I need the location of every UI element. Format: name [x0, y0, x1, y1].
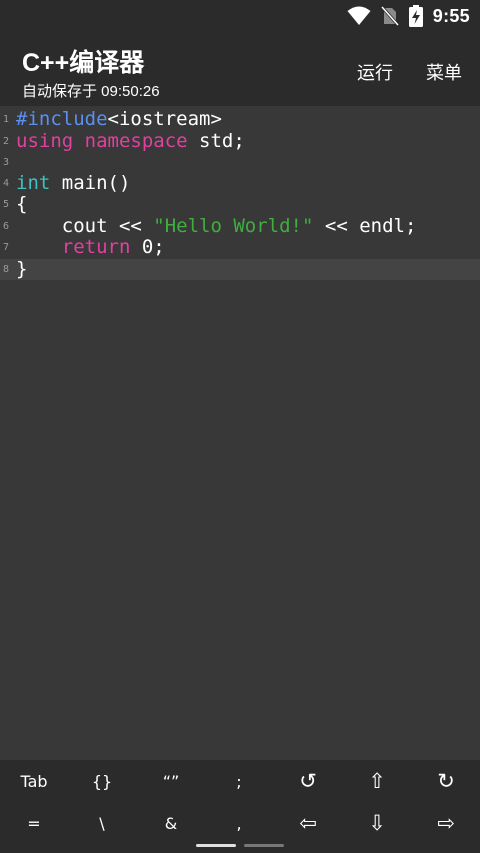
line-number: 4 [3, 178, 10, 189]
line-number: 1 [3, 114, 10, 125]
tab-key[interactable]: Tab [4, 763, 64, 799]
status-time: 9:55 [432, 5, 470, 26]
battery-charging-icon [408, 5, 423, 27]
symbol-keyboard: Tab{} “”; ↺ ⇧ ↻ = \ &, ⇦ ⇩ ⇨ [0, 760, 480, 853]
quotes-key[interactable]: “” [141, 763, 201, 799]
code-token: std; [187, 130, 245, 152]
ampersand-key[interactable]: & [141, 805, 201, 841]
line-code[interactable]: #include<iostream> [16, 109, 222, 130]
run-button[interactable]: 运行 [357, 59, 393, 85]
line-code[interactable]: return 0; [16, 237, 165, 258]
code-token: return [61, 236, 131, 258]
app-bar: C++编译器 自动保存于 09:50:26 运行 菜单 [0, 32, 480, 106]
nav-handle-inactive [244, 844, 284, 847]
app-title: C++编译器 [22, 49, 145, 77]
code-token: "Hello World!" [153, 215, 314, 237]
status-icons: 9:55 [347, 4, 470, 28]
no-sim-icon [380, 6, 399, 26]
menu-button[interactable]: 菜单 [426, 59, 462, 85]
code-editor[interactable]: 1 #include<iostream> 2 using namespace std;… [0, 106, 480, 760]
code-token: { [16, 193, 28, 215]
code-token: } [16, 258, 28, 280]
line-code[interactable]: using namespace std; [16, 131, 245, 152]
line-code[interactable]: { [16, 194, 27, 215]
comma-key[interactable]: , [209, 805, 269, 841]
status-bar: 9:55 [0, 0, 480, 32]
code-token: << endl; [313, 215, 417, 237]
line-number: 3 [3, 157, 10, 168]
arrow-left-icon[interactable]: ⇦ [278, 805, 338, 841]
code-token: using [16, 130, 74, 152]
code-line[interactable]: 7 return 0; [0, 237, 480, 258]
code-line[interactable]: 5{ [0, 194, 480, 215]
line-code[interactable]: } [16, 259, 27, 280]
line-number: 6 [3, 221, 10, 232]
code-token: <iostream> [107, 108, 222, 130]
nav-handle-active [196, 844, 236, 847]
code-line[interactable]: 1 #include<iostream> [0, 109, 480, 130]
code-line[interactable]: 4 int main() [0, 173, 480, 194]
line-code[interactable]: cout << "Hello World!" << endl; [16, 215, 417, 237]
line-number: 5 [3, 199, 10, 210]
code-line[interactable]: 2 using namespace std; [0, 131, 480, 152]
line-number: 8 [3, 264, 10, 275]
code-token: namespace [84, 130, 188, 152]
line-number: 7 [3, 242, 10, 253]
code-token: #include [16, 108, 108, 130]
redo-icon[interactable]: ↻ [416, 763, 476, 799]
backslash-key[interactable]: \ [72, 805, 132, 841]
code-token: cout << [16, 215, 154, 237]
screen: 9:55 C++编译器 自动保存于 09:50:26 运行 菜单 1 #inclu… [0, 0, 480, 853]
semicolon-key[interactable]: ; [209, 763, 269, 799]
code-line[interactable]: 8} [0, 259, 480, 280]
equals-key[interactable]: = [4, 805, 64, 841]
wifi-icon [347, 6, 371, 26]
line-number: 2 [3, 136, 10, 147]
code-token: int [16, 172, 51, 194]
code-line[interactable]: 3 [0, 152, 480, 173]
arrow-up-icon[interactable]: ⇧ [347, 763, 407, 799]
line-code[interactable]: int main() [16, 173, 130, 194]
undo-icon[interactable]: ↺ [278, 763, 338, 799]
autosave-status: 自动保存于 09:50:26 [22, 83, 160, 100]
code-token: 0; [130, 236, 165, 258]
braces-key[interactable]: {} [72, 763, 132, 799]
code-token: main() [50, 172, 131, 194]
arrow-down-icon[interactable]: ⇩ [347, 805, 407, 841]
code-line[interactable]: 6 cout << "Hello World!" << endl; [0, 216, 480, 237]
arrow-right-icon[interactable]: ⇨ [416, 805, 476, 841]
